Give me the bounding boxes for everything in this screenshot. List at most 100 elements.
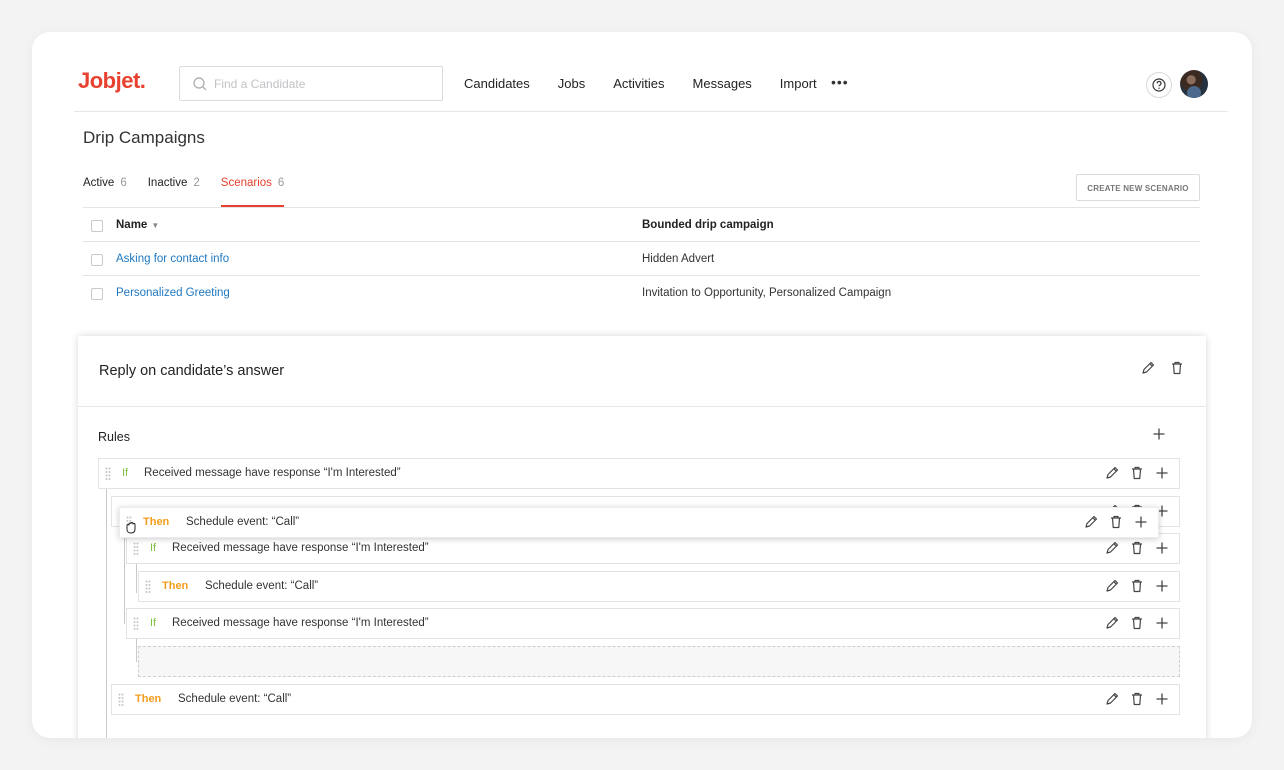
row-checkbox[interactable] [91,288,103,300]
help-button[interactable] [1146,72,1172,98]
question-icon [1152,78,1166,92]
top-bar: Jobjet. Candidates Jobs Activities Messa… [32,32,1252,112]
column-bounded-header: Bounded drip campaign [642,219,774,231]
tree-guide [136,563,137,593]
page-title: Drip Campaigns [83,128,205,147]
trash-icon[interactable] [1108,514,1124,530]
tab-inactive[interactable]: Inactive 2 [148,177,200,207]
trash-icon[interactable] [1129,540,1145,556]
rule-text: Schedule event: “Call” [205,580,319,592]
trash-icon[interactable] [1129,465,1145,481]
app-logo[interactable]: Jobjet. [78,68,146,94]
then-keyword: Then [143,516,170,528]
trash-icon[interactable] [1129,615,1145,631]
table-row: Asking for contact info Hidden Advert [83,241,1200,275]
row-checkbox[interactable] [91,254,103,266]
trash-icon[interactable] [1129,691,1145,707]
panel-divider [78,406,1206,407]
rule-actions [1083,514,1149,530]
tree-guide [124,524,125,624]
rule-actions [1104,465,1170,481]
plus-icon[interactable] [1154,540,1170,556]
tab-label: Active [83,177,115,189]
rule-text: Received message have response “I'm Inte… [144,467,401,479]
dragged-rule-row[interactable]: Then Schedule event: “Call” [119,507,1159,538]
tab-label: Scenarios [220,177,272,189]
trash-icon[interactable] [1129,578,1145,594]
scenarios-table: Name ▼ Bounded drip campaign Asking for c… [83,207,1200,309]
nav-jobs[interactable]: Jobs [558,76,585,91]
search-input[interactable] [214,67,434,100]
drag-handle-icon[interactable] [133,617,139,630]
tab-count: 6 [120,177,127,189]
pencil-icon[interactable] [1104,465,1120,481]
then-keyword: Then [162,580,189,592]
pencil-icon[interactable] [1104,615,1120,631]
pencil-icon[interactable] [1104,578,1120,594]
drag-handle-icon[interactable] [118,693,124,706]
rule-row[interactable]: Then Schedule event: “Call” [111,684,1180,715]
tab-bar: Active 6 Inactive 2 Scenarios 6 [83,177,305,208]
bounded-campaign-cell: Invitation to Opportunity, Personalized … [642,287,892,299]
pencil-icon[interactable] [1140,360,1156,376]
tab-label: Inactive [147,177,188,189]
plus-icon[interactable] [1154,615,1170,631]
table-header: Name ▼ Bounded drip campaign [83,207,1200,241]
table-row: Personalized Greeting Invitation to Oppo… [83,275,1200,309]
rule-text: Received message have response “I'm Inte… [172,542,429,554]
tab-count: 6 [277,177,285,189]
scenario-link[interactable]: Asking for contact info [116,253,229,265]
rule-actions [1104,615,1170,631]
more-menu-icon[interactable]: ••• [831,74,849,90]
drop-placeholder[interactable] [138,646,1180,677]
nav-messages[interactable]: Messages [693,76,752,91]
main-nav: Candidates Jobs Activities Messages Impo… [464,76,845,91]
rules-heading: Rules [98,430,130,444]
tab-count: 2 [193,177,200,189]
pencil-icon[interactable] [1104,540,1120,556]
tree-guide [136,639,137,662]
trash-icon[interactable] [1169,360,1185,376]
if-keyword: If [122,467,129,479]
rule-row[interactable]: If Received message have response “I'm I… [126,608,1180,639]
drag-handle-icon[interactable] [145,580,151,593]
nav-candidates[interactable]: Candidates [464,76,530,91]
column-name-label: Name [116,219,148,231]
rule-text: Schedule event: “Call” [186,516,300,528]
scenario-link[interactable]: Personalized Greeting [116,287,230,299]
drag-handle-icon[interactable] [105,467,111,480]
rule-row[interactable]: Then Schedule event: “Call” [138,571,1180,602]
rule-text: Received message have response “I'm Inte… [172,617,429,629]
rule-actions [1104,578,1170,594]
tab-active[interactable]: Active 6 [83,177,127,207]
grab-cursor-icon [126,522,136,534]
plus-icon[interactable] [1152,427,1166,441]
rule-text: Schedule event: “Call” [178,693,292,705]
pencil-icon[interactable] [1083,514,1099,530]
tab-scenarios[interactable]: Scenarios 6 [220,177,285,208]
search-box[interactable] [179,66,443,101]
if-keyword: If [150,617,157,629]
plus-icon[interactable] [1154,691,1170,707]
search-icon [193,77,207,91]
column-name-header[interactable]: Name ▼ [116,219,159,231]
user-avatar[interactable] [1180,70,1208,98]
rule-actions [1104,691,1170,707]
plus-icon[interactable] [1133,514,1149,530]
sort-caret-icon: ▼ [151,221,160,230]
plus-icon[interactable] [1154,578,1170,594]
app-window: Jobjet. Candidates Jobs Activities Messa… [32,32,1252,738]
tree-guide [106,487,107,738]
pencil-icon[interactable] [1104,691,1120,707]
if-keyword: If [150,542,157,554]
rule-row[interactable]: If Received message have response “I'm I… [98,458,1180,489]
nav-import[interactable]: Import [780,76,817,91]
nav-activities[interactable]: Activities [613,76,664,91]
select-all-checkbox[interactable] [91,220,103,232]
rule-actions [1104,540,1170,556]
create-new-scenario-button[interactable]: CREATE NEW SCENARIO [1076,174,1200,201]
header-divider [74,111,1228,112]
then-keyword: Then [135,693,162,705]
plus-icon[interactable] [1154,465,1170,481]
drag-handle-icon[interactable] [133,542,139,555]
